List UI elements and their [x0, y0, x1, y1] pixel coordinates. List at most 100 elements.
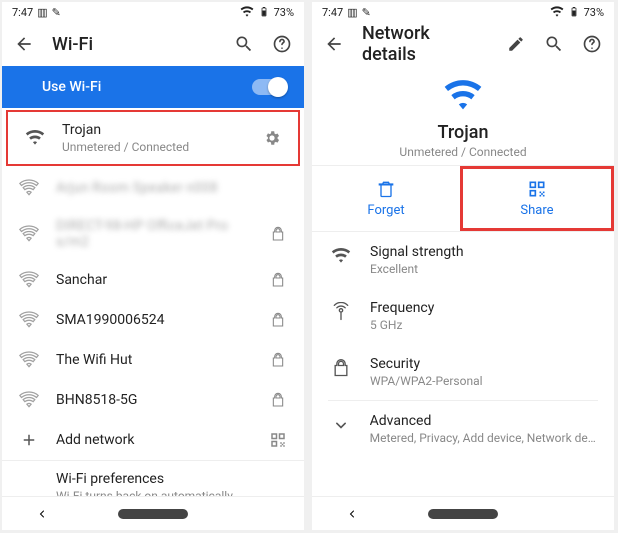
- status-battery: 73%: [274, 6, 294, 19]
- highlight-connected: Trojan Unmetered / Connected: [6, 110, 300, 166]
- sec-value: WPA/WPA2-Personal: [370, 374, 483, 388]
- status-time: 7:47: [12, 6, 33, 19]
- network-name: BHN8518-5G: [56, 392, 252, 408]
- search-button[interactable]: [544, 34, 564, 54]
- network-name: Sanchar: [56, 272, 252, 288]
- network-name: DIRECT-98-HP OfficeJet Pro s/m2: [56, 218, 252, 250]
- lock-icon: [268, 272, 288, 288]
- network-name: Trojan: [438, 122, 489, 143]
- wifi-outline-icon: [18, 350, 40, 370]
- plus-icon: [18, 431, 40, 449]
- adv-value: Metered, Privacy, Add device, Network de…: [370, 431, 596, 445]
- network-name: Trojan: [62, 122, 246, 138]
- frequency-row: Frequency 5 GHz: [312, 288, 614, 344]
- status-bar: 7:47 ▥ ✎ 73%: [2, 2, 304, 22]
- nav-bar: [2, 496, 304, 530]
- sec-label: Security: [370, 356, 483, 372]
- freq-label: Frequency: [370, 300, 434, 316]
- status-pen-icon: ✎: [362, 6, 371, 19]
- status-time: 7:47: [322, 6, 343, 19]
- status-app-icon: ▥: [37, 6, 47, 19]
- wifi-preferences-row[interactable]: Wi-Fi preferences Wi-Fi turns back on au…: [2, 461, 304, 496]
- signal-label: Signal strength: [370, 244, 464, 260]
- action-bar: Forget Share: [312, 165, 614, 232]
- search-button[interactable]: [234, 34, 254, 54]
- status-pen-icon: ✎: [52, 6, 61, 19]
- app-bar: Network details: [312, 22, 614, 66]
- network-row[interactable]: Arjun Room Speaker n008: [2, 168, 304, 208]
- add-network-label: Add network: [56, 432, 252, 448]
- battery-icon: [258, 5, 270, 19]
- freq-value: 5 GHz: [370, 318, 434, 332]
- prefs-sub: Wi-Fi turns back on automatically: [56, 489, 288, 496]
- chevron-down-icon: [330, 413, 352, 435]
- network-row[interactable]: BHN8518-5G: [2, 380, 304, 420]
- page-title: Wi-Fi: [52, 34, 216, 55]
- lock-icon: [268, 392, 288, 408]
- wifi-large-icon: [443, 76, 483, 116]
- trash-icon: [376, 179, 396, 199]
- nav-bar: [312, 496, 614, 530]
- network-name: The Wifi Hut: [56, 352, 252, 368]
- connected-network-row[interactable]: Trojan Unmetered / Connected: [8, 112, 298, 164]
- back-button[interactable]: [14, 34, 34, 54]
- share-button[interactable]: Share: [460, 166, 614, 231]
- page-title: Network details: [362, 23, 488, 65]
- back-button[interactable]: [324, 34, 344, 54]
- network-header: Trojan Unmetered / Connected: [312, 66, 614, 165]
- forget-label: Forget: [367, 203, 404, 218]
- nav-back[interactable]: [36, 508, 48, 520]
- advanced-row[interactable]: Advanced Metered, Privacy, Add device, N…: [312, 401, 614, 457]
- settings-gear-button[interactable]: [262, 129, 282, 147]
- network-status: Unmetered / Connected: [62, 140, 246, 154]
- wifi-status-icon: [550, 5, 564, 19]
- lock-icon: [268, 226, 288, 242]
- wifi-list: Trojan Unmetered / Connected Arjun Room …: [2, 108, 304, 496]
- forget-button[interactable]: Forget: [312, 166, 460, 231]
- wifi-icon: [330, 244, 352, 266]
- network-status: Unmetered / Connected: [399, 145, 526, 159]
- wifi-outline-icon: [18, 270, 40, 290]
- use-wifi-label: Use Wi-Fi: [42, 79, 101, 95]
- battery-icon: [568, 5, 580, 19]
- app-bar: Wi-Fi: [2, 22, 304, 66]
- help-button[interactable]: [272, 34, 292, 54]
- adv-label: Advanced: [370, 413, 596, 429]
- signal-row: Signal strength Excellent: [312, 232, 614, 288]
- wifi-outline-icon: [18, 310, 40, 330]
- network-row[interactable]: The Wifi Hut: [2, 340, 304, 380]
- nav-back[interactable]: [346, 508, 358, 520]
- network-row[interactable]: DIRECT-98-HP OfficeJet Pro s/m2: [2, 208, 304, 260]
- signal-value: Excellent: [370, 262, 464, 276]
- add-network-row[interactable]: Add network: [2, 420, 304, 460]
- wifi-settings-screen: 7:47 ▥ ✎ 73% Wi-Fi Use Wi-Fi Trojan Unme…: [2, 2, 304, 530]
- network-row[interactable]: Sanchar: [2, 260, 304, 300]
- wifi-status-icon: [240, 5, 254, 19]
- wifi-outline-icon: [18, 178, 40, 198]
- status-app-icon: ▥: [347, 6, 357, 19]
- status-battery: 73%: [584, 6, 604, 19]
- lock-icon: [268, 352, 288, 368]
- antenna-icon: [330, 300, 352, 322]
- security-row: Security WPA/WPA2-Personal: [312, 344, 614, 400]
- network-details-screen: 7:47 ▥ ✎ 73% Network details Trojan Unme…: [312, 2, 614, 530]
- prefs-label: Wi-Fi preferences: [56, 471, 288, 487]
- qr-icon: [527, 179, 547, 199]
- network-row[interactable]: SMA1990006524: [2, 300, 304, 340]
- nav-pill[interactable]: [118, 509, 188, 519]
- wifi-outline-icon: [18, 390, 40, 410]
- network-name: SMA1990006524: [56, 312, 252, 328]
- nav-pill[interactable]: [428, 509, 498, 519]
- share-label: Share: [520, 203, 553, 218]
- lock-icon: [330, 356, 352, 378]
- wifi-icon: [24, 128, 46, 148]
- edit-button[interactable]: [506, 34, 526, 54]
- help-button[interactable]: [582, 34, 602, 54]
- qr-scan-button[interactable]: [268, 431, 288, 449]
- wifi-outline-icon: [18, 224, 40, 244]
- lock-icon: [268, 312, 288, 328]
- switch-control[interactable]: [252, 79, 286, 95]
- network-name: Arjun Room Speaker n008: [56, 180, 252, 196]
- status-bar: 7:47 ▥ ✎ 73%: [312, 2, 614, 22]
- use-wifi-toggle[interactable]: Use Wi-Fi: [2, 66, 304, 108]
